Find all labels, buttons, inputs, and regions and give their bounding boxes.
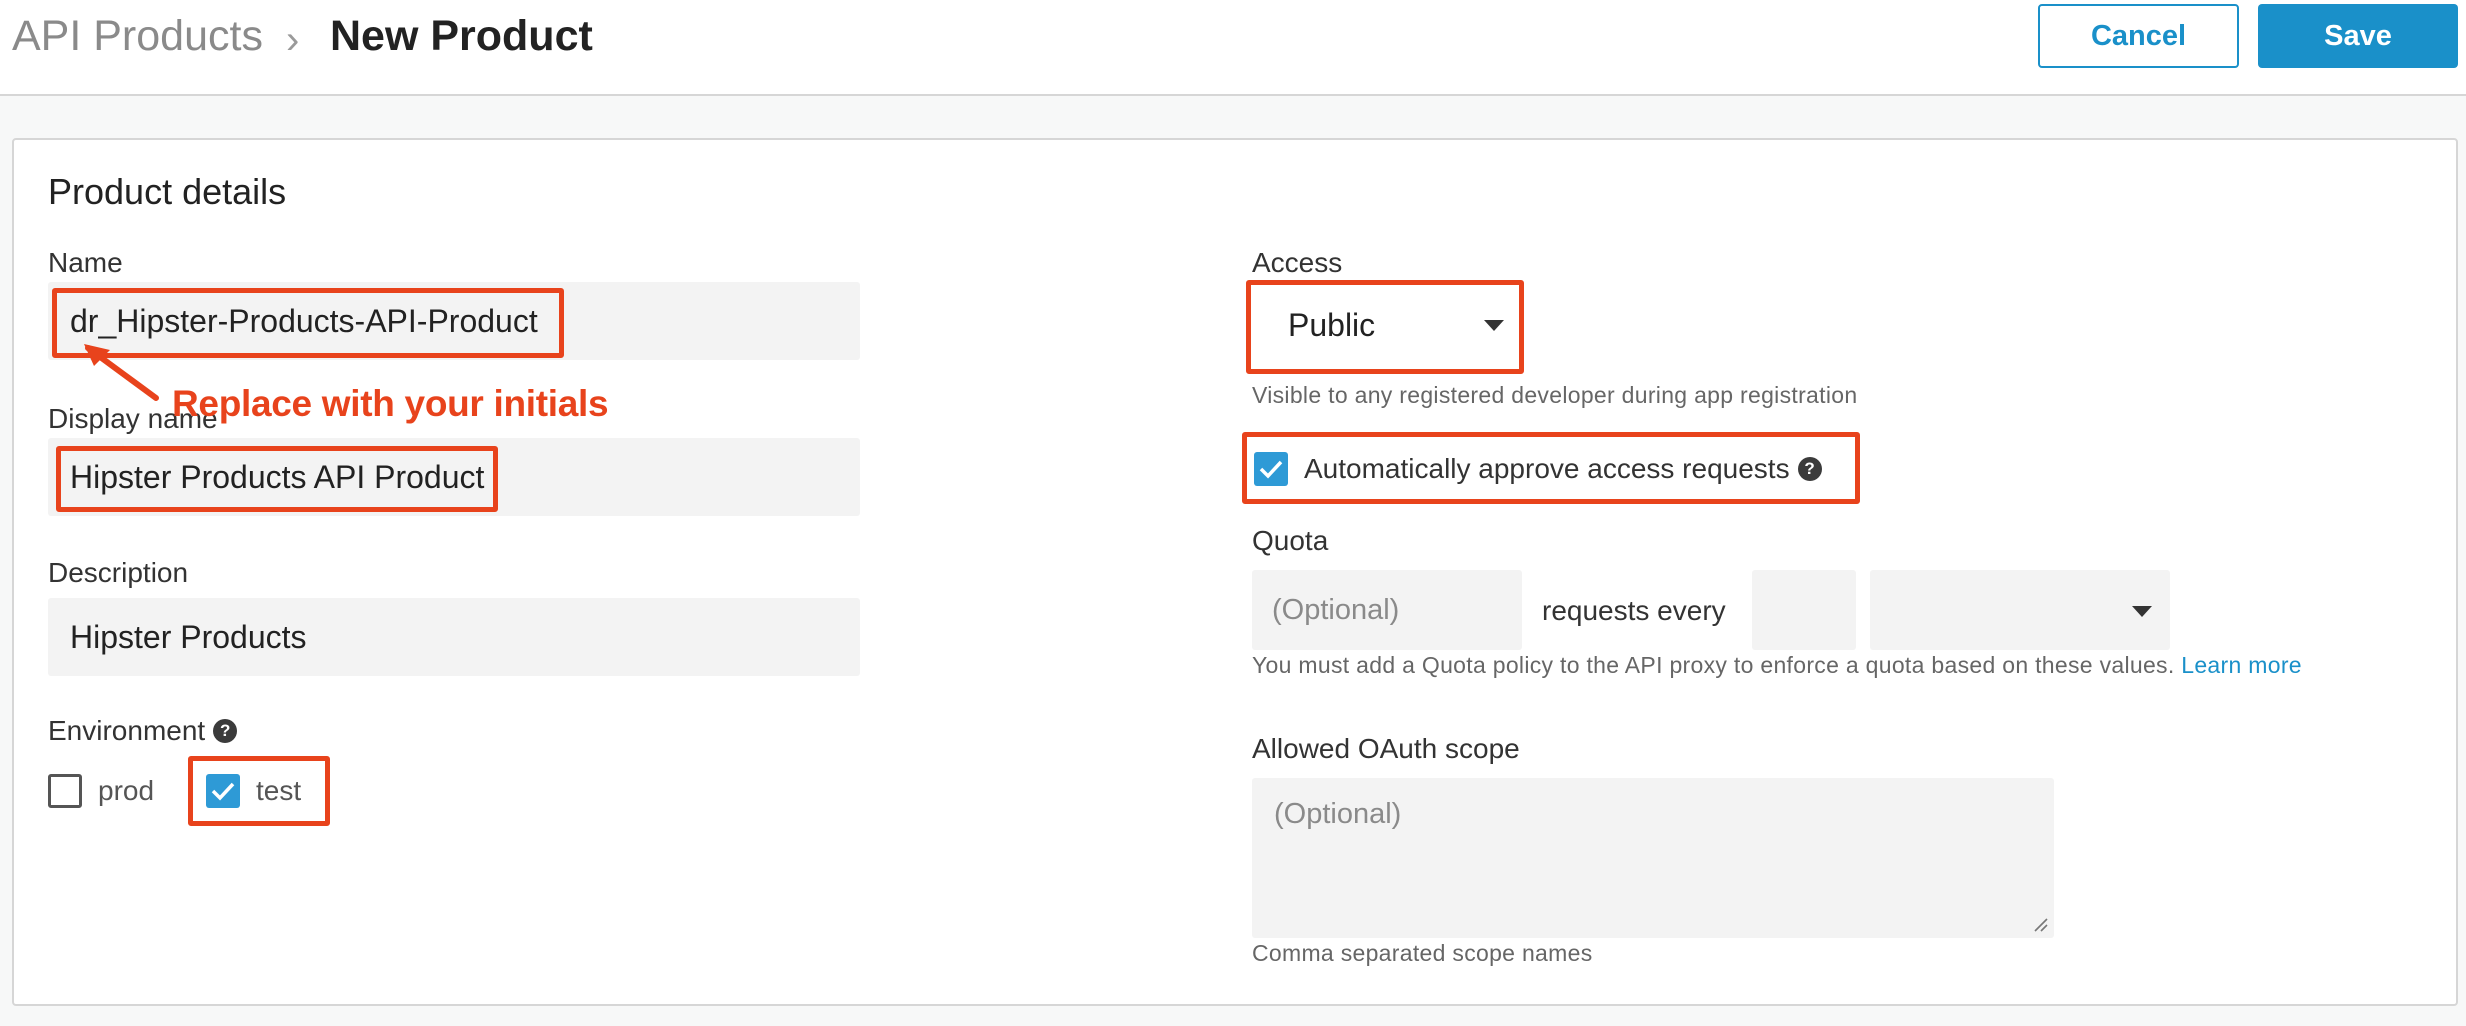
oauth-scope-help-text: Comma separated scope names bbox=[1252, 940, 1593, 966]
access-label: Access bbox=[1252, 247, 1343, 278]
quota-amount-input[interactable]: (Optional) bbox=[1252, 570, 1522, 650]
annotation-highlight-auto-approve bbox=[1242, 432, 1860, 504]
requests-every-label: requests every bbox=[1542, 595, 1726, 626]
oauth-scope-placeholder: (Optional) bbox=[1274, 798, 1402, 830]
description-label: Description bbox=[48, 557, 189, 588]
annotation-highlight-display-name bbox=[56, 446, 498, 512]
cancel-button[interactable]: Cancel bbox=[2038, 4, 2239, 68]
quota-interval-input[interactable] bbox=[1752, 570, 1856, 650]
section-title: Product details bbox=[48, 171, 287, 212]
resize-handle-icon[interactable] bbox=[2032, 916, 2048, 932]
oauth-scope-textarea[interactable]: (Optional) bbox=[1252, 778, 2054, 938]
env-prod-checkbox[interactable] bbox=[48, 774, 82, 808]
quota-help-text: You must add a Quota policy to the API p… bbox=[1252, 652, 2302, 678]
annotation-highlight-access bbox=[1246, 280, 1524, 374]
description-value: Hipster Products bbox=[70, 618, 307, 655]
annotation-arrow-icon bbox=[84, 344, 159, 401]
name-label: Name bbox=[48, 247, 123, 278]
quota-amount-placeholder: (Optional) bbox=[1272, 593, 1400, 626]
environment-label: Environment? bbox=[48, 714, 238, 748]
breadcrumb-api-products[interactable]: API Products bbox=[12, 8, 263, 64]
top-bar: API Products › New Product Cancel Save bbox=[0, 0, 2466, 96]
oauth-scope-label: Allowed OAuth scope bbox=[1252, 733, 1520, 764]
annotation-highlight-test-env bbox=[188, 756, 330, 826]
quota-unit-select[interactable] bbox=[1870, 570, 2170, 650]
learn-more-link[interactable]: Learn more bbox=[2181, 652, 2302, 678]
page-title: New Product bbox=[330, 12, 593, 60]
breadcrumb-separator-icon: › bbox=[286, 18, 300, 62]
quota-unit-caret-icon bbox=[2132, 606, 2152, 617]
environment-help-icon[interactable]: ? bbox=[213, 718, 238, 743]
product-details-card: Product details Name dr_Hipster-Products… bbox=[12, 138, 2458, 1006]
access-help-text: Visible to any registered developer duri… bbox=[1252, 382, 1858, 408]
description-input[interactable]: Hipster Products bbox=[48, 598, 860, 676]
save-button[interactable]: Save bbox=[2258, 4, 2458, 68]
annotation-text: Replace with your initials bbox=[172, 383, 609, 424]
quota-label: Quota bbox=[1252, 525, 1329, 556]
env-prod-label: prod bbox=[98, 775, 155, 806]
